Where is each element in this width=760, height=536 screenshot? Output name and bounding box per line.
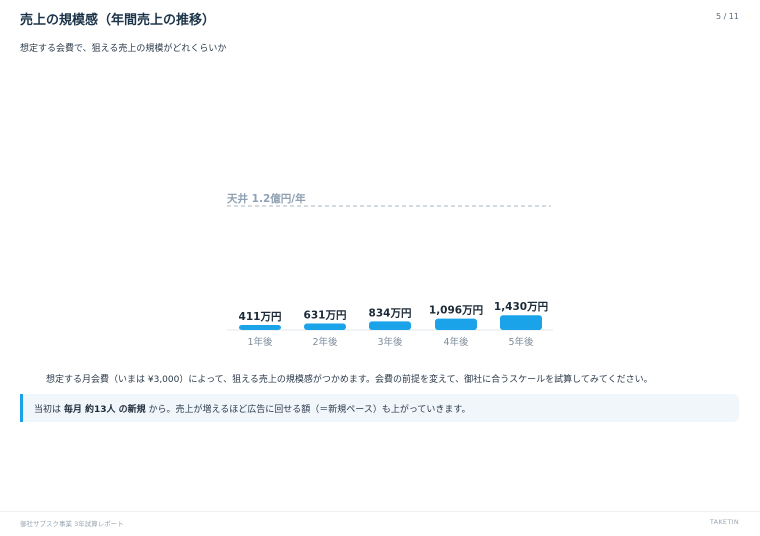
bar-4 bbox=[435, 318, 477, 330]
category-label-4: 4年後 bbox=[443, 336, 469, 348]
info-callout: 当初は 毎月 約13人 の新規 から。売上が増えるほど広告に回せる額（＝新規ペー… bbox=[20, 394, 739, 422]
bar-value-label-2: 631万円 bbox=[304, 309, 347, 321]
footer-report-name: 御社サブスク事業 3年試算レポート bbox=[20, 520, 124, 528]
bar-value-label-5: 1,430万円 bbox=[494, 301, 548, 313]
callout-prefix: 当初は bbox=[34, 405, 64, 415]
bar-3 bbox=[369, 321, 411, 330]
bar-value-label-3: 834万円 bbox=[369, 307, 412, 319]
revenue-bar-chart: 天井 1.2億円/年 411万円 1年後 631万円 2年後 834万円 3年後 1,096… bbox=[227, 192, 553, 348]
bar-1 bbox=[239, 325, 281, 330]
bar-value-label-4: 1,096万円 bbox=[429, 305, 483, 317]
bar-2 bbox=[304, 323, 346, 330]
footer-brand: TAKETIN bbox=[709, 518, 739, 526]
bar-value-label-1: 411万円 bbox=[239, 311, 282, 323]
category-label-2: 2年後 bbox=[312, 336, 338, 348]
category-label-3: 3年後 bbox=[377, 336, 403, 348]
callout-suffix: から。売上が増えるほど広告に回せる額（＝新規ペース）も上がっていきます。 bbox=[145, 405, 471, 415]
footer-divider bbox=[0, 511, 760, 512]
category-label-5: 5年後 bbox=[508, 336, 534, 348]
ceiling-label: 天井 1.2億円/年 bbox=[227, 192, 306, 205]
bar-5 bbox=[500, 315, 542, 330]
chart-description: 想定する月会費（いまは ¥3,000）によって、狙える売上の規模感がつかめます。… bbox=[46, 375, 653, 385]
callout-highlight: 毎月 約13人 の新規 bbox=[63, 405, 146, 415]
category-label-1: 1年後 bbox=[247, 336, 273, 348]
